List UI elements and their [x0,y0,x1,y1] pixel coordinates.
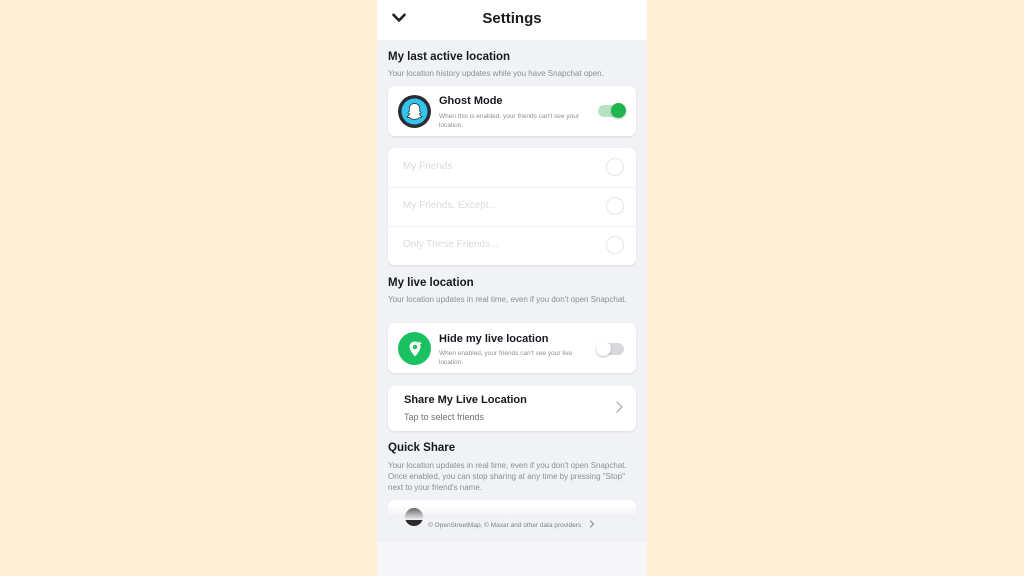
hide-live-location-toggle[interactable] [596,341,624,356]
radio-button[interactable] [606,197,624,215]
audience-option-label: My Friends [403,161,453,172]
map-attribution-text: © OpenStreetMap, © Maxar and other data … [428,522,582,529]
audience-option[interactable]: My Friends, Except... [388,187,636,226]
ghost-mode-toggle[interactable] [598,103,626,118]
ghost-mode-desc: When this is enabled, your friends can't… [439,113,579,129]
hide-live-location-label: Hide my live location [439,333,549,345]
share-live-location-label: Share My Live Location [404,394,527,406]
hide-live-location-desc: When enabled, your friends can't see you… [439,350,573,366]
radio-button[interactable] [606,236,624,254]
top-bar: Settings [377,0,647,40]
share-live-location-card[interactable]: Share My Live Location Tap to select fri… [388,386,636,431]
section-desc-last-active: Your location history updates while you … [388,69,604,78]
audience-option[interactable]: My Friends [388,148,636,187]
section-title-quick-share: Quick Share [388,442,456,454]
audience-option[interactable]: Only These Friends... [388,226,636,265]
audience-option-label: Only These Friends... [403,239,499,250]
share-live-location-subtitle: Tap to select friends [404,412,485,422]
section-title-last-active: My last active location [388,51,511,63]
toggle-knob [611,103,626,118]
ghost-icon [401,98,428,125]
ghost-mode-label: Ghost Mode [439,95,503,107]
location-pin-icon [409,340,422,356]
live-location-avatar [398,332,431,365]
radio-button[interactable] [606,158,624,176]
scroll-fade [377,506,647,520]
chevron-right-icon [616,401,623,413]
section-desc-live-location: Your location updates in real time, even… [388,295,627,304]
chevron-right-icon [589,520,595,528]
ghost-mode-card[interactable]: Ghost Mode When this is enabled, your fr… [388,86,636,136]
system-nav-bar [377,542,647,576]
audience-option-label: My Friends, Except... [403,200,497,211]
toggle-knob [596,341,611,356]
page-title: Settings [482,10,542,27]
map-attribution[interactable]: © OpenStreetMap, © Maxar and other data … [377,520,647,529]
hide-live-location-card[interactable]: Hide my live location When enabled, your… [388,323,636,373]
section-desc-quick-share: Your location updates in real time, even… [388,461,627,492]
ghost-avatar [398,95,431,128]
phone-screen: Settings My last active location Your lo… [377,0,647,576]
section-title-live-location: My live location [388,277,474,289]
audience-options-card: My Friends My Friends, Except... Only Th… [388,148,636,265]
